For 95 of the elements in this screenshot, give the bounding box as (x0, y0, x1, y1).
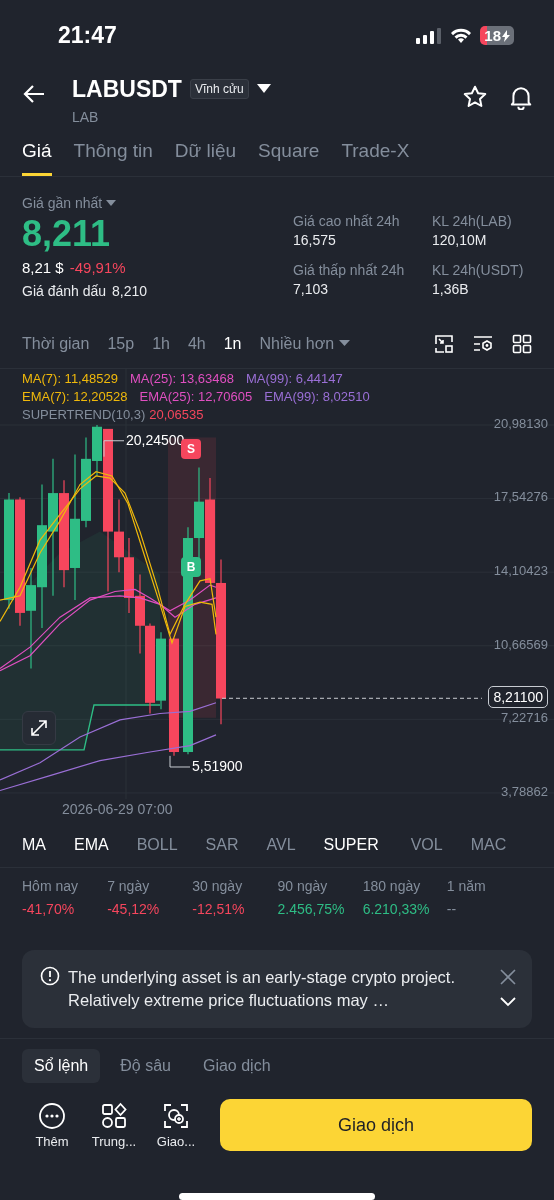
price-axis-label: 17,54276 (493, 489, 548, 505)
interval-tab[interactable]: 15p (107, 334, 135, 353)
interval-tab[interactable]: 4h (187, 334, 206, 353)
expand-chart-button[interactable] (22, 710, 56, 745)
period-change: -41,70% (22, 900, 76, 917)
period-label: 30 ngày (192, 877, 244, 894)
mark-price: 8,210 (112, 283, 148, 299)
base-asset: LAB (72, 108, 100, 125)
price-axis-label: 10,66569 (493, 636, 548, 652)
stat-value: 120,10M (432, 232, 488, 248)
sell-signal-marker: S (181, 439, 201, 460)
fullscreen-chart-icon[interactable] (434, 333, 454, 354)
leader-line (103, 440, 125, 457)
price-axis-label: 14,10423 (493, 562, 548, 578)
risk-notice-text: The underlying asset is an early-stage crypto project. Relatively extreme price fluctuations may … (68, 967, 457, 1011)
orderbook-tab[interactable]: Giao dịch (190, 1049, 283, 1083)
leader-line (169, 755, 191, 768)
indicator-tab[interactable]: SUPER (323, 836, 379, 855)
charging-bolt-icon (502, 29, 510, 42)
orderbook-tab[interactable]: Sổ lệnh (22, 1049, 101, 1083)
close-icon[interactable] (500, 969, 516, 985)
supertrend-value: 20,06535 (149, 406, 204, 422)
price-change: -49,91% (69, 259, 126, 276)
interval-tab[interactable]: 1n (223, 334, 242, 353)
back-arrow-icon[interactable] (22, 83, 46, 104)
indicator-tab[interactable]: MAC (470, 836, 507, 855)
indicator-value: EMA(99): 8,02510 (264, 388, 370, 404)
indicator-value: EMA(7): 12,20528 (22, 388, 128, 404)
price-axis-label: 7,22716 (501, 710, 548, 726)
low-price-label: 5,51900 (192, 757, 243, 774)
indicator-value: EMA(25): 12,70605 (139, 388, 253, 404)
stat-label: KL 24h(LAB) (432, 213, 513, 229)
indicator-value: MA(99): 6,44147 (245, 370, 343, 386)
tab[interactable]: Giá (22, 136, 52, 176)
supertrend-label: SUPERTREND(10,3) (22, 406, 146, 422)
last-price: 8,211 (22, 213, 112, 255)
shapes-grid-icon (100, 1101, 128, 1130)
period-change: 6.210,33% (362, 900, 431, 917)
interval-tab[interactable]: 1h (152, 334, 170, 353)
tab[interactable]: Thông tin (73, 136, 153, 176)
orderbook-tab[interactable]: Độ sâu (108, 1049, 183, 1083)
indicator-tab[interactable]: BOLL (136, 836, 178, 855)
chart-date-label: 2026-06-29 07:00 (61, 799, 174, 819)
price-axis-label: 3,78862 (501, 783, 548, 799)
more-icon (38, 1101, 66, 1130)
dropdown-caret-icon[interactable] (256, 84, 271, 95)
stat-value: 1,36B (432, 281, 470, 297)
stat-value: 16,575 (293, 232, 337, 248)
grid-layout-icon[interactable] (512, 333, 532, 354)
scan-icon (162, 1101, 190, 1130)
trade-button[interactable]: Giao dịch (220, 1099, 532, 1151)
action-button[interactable]: Giao... (152, 1101, 200, 1149)
more-intervals-dropdown[interactable]: Nhiều hơn (259, 334, 351, 353)
current-price-tag: 8,21100 (488, 686, 548, 709)
stat-label: Giá cao nhất 24h (293, 213, 401, 229)
indicator-tab[interactable]: AVL (266, 836, 296, 855)
indicator-tab[interactable]: MA (22, 836, 46, 855)
interval-label: Thời gian (22, 334, 90, 353)
stat-label: Giá thấp nhất 24h (293, 262, 406, 278)
indicator-tab[interactable]: SAR (205, 836, 239, 855)
usd-price: 8,21 $ (22, 259, 64, 276)
status-time: 21:47 (58, 22, 117, 50)
period-change: -- (446, 900, 458, 917)
period-change: 2.456,75% (277, 900, 346, 917)
indicator-settings-icon[interactable] (472, 333, 494, 354)
stat-label: KL 24h(USDT) (432, 262, 525, 278)
stat-value: 7,103 (293, 281, 330, 297)
tab[interactable]: Dữ liệu (174, 136, 237, 176)
star-icon[interactable] (462, 83, 488, 110)
pair-symbol: LABUSDT (72, 75, 182, 103)
contract-type-tag: Vĩnh cửu (189, 79, 249, 100)
mark-price-label: Giá đánh dấu (22, 283, 107, 299)
indicator-tab[interactable]: VOL (410, 836, 443, 855)
indicator-tab[interactable]: EMA (74, 836, 109, 855)
wifi-icon (450, 27, 473, 44)
indicator-value: MA(7): 11,48529 (22, 370, 118, 386)
period-label: 180 ngày (362, 877, 422, 894)
buy-signal-marker: B (181, 557, 201, 578)
tab[interactable]: Trade-X (341, 136, 410, 176)
price-label: Giá gần nhất (22, 195, 103, 211)
period-label: 1 năm (446, 877, 487, 894)
price-axis-label: 20,98130 (493, 415, 548, 431)
action-button[interactable]: Trung... (90, 1101, 138, 1149)
period-change: -45,12% (107, 900, 161, 917)
period-label: 7 ngày (107, 877, 151, 894)
period-label: 90 ngày (277, 877, 329, 894)
expand-chevron-icon[interactable] (500, 997, 516, 1007)
info-icon (40, 966, 60, 986)
period-label: Hôm nay (22, 877, 80, 894)
caret-icon (339, 340, 351, 348)
signal-icon (416, 27, 443, 44)
indicator-value: MA(25): 13,63468 (129, 370, 234, 386)
period-change: -12,51% (192, 900, 246, 917)
action-button[interactable]: Thêm (28, 1101, 76, 1149)
tab[interactable]: Square (258, 136, 320, 176)
